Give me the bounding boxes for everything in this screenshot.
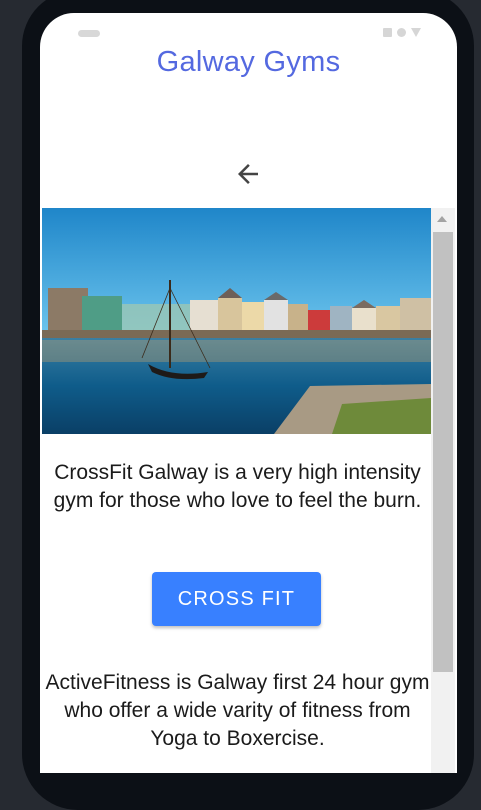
scrollbar-thumb[interactable] <box>433 232 453 672</box>
scroll-up-arrow-icon[interactable] <box>437 216 447 222</box>
status-circle-icon <box>397 28 406 37</box>
status-triangle-icon <box>411 28 421 37</box>
crossfit-button[interactable]: CROSS FIT <box>152 572 321 626</box>
status-bar <box>383 28 421 37</box>
app-screen: Galway Gyms CrossFit Galway is a very hi… <box>40 13 457 773</box>
hero-image <box>42 208 431 434</box>
status-square-icon <box>383 28 392 37</box>
activefitness-description: ActiveFitness is Galway first 24 hour gy… <box>45 671 430 750</box>
speaker-pill <box>78 30 100 37</box>
back-button[interactable] <box>230 156 266 192</box>
arrow-left-icon <box>238 164 258 184</box>
scroll-content[interactable]: CrossFit Galway is a very high intensity… <box>40 208 431 773</box>
scrollbar[interactable] <box>431 208 455 773</box>
app-title: Galway Gyms <box>156 46 341 78</box>
crossfit-description: CrossFit Galway is a very high intensity… <box>53 461 422 512</box>
